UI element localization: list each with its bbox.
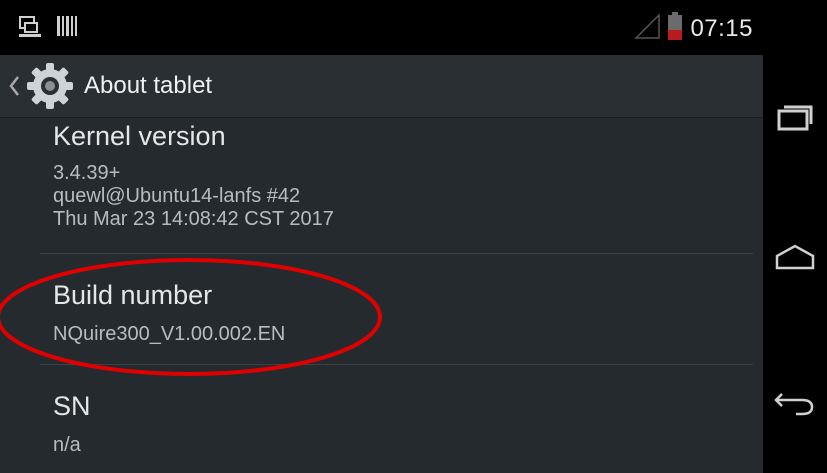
action-bar[interactable]: About tablet	[0, 55, 763, 118]
home-button[interactable]	[763, 224, 827, 294]
item-summary: 3.4.39+ quewl@Ubuntu14-lanfs #42 Thu Mar…	[53, 162, 334, 230]
system-icons: 07:15	[634, 12, 753, 45]
settings-item-sn[interactable]: SN n/a	[0, 364, 763, 473]
screenshot-icon	[18, 14, 42, 43]
settings-item-build-number[interactable]: Build number NQuire300_V1.00.002.EN	[0, 253, 763, 364]
recent-apps-button[interactable]	[763, 84, 827, 154]
navigation-bar	[763, 0, 827, 473]
home-icon[interactable]	[773, 242, 817, 277]
notification-icons	[18, 14, 78, 43]
item-title: Kernel version	[53, 121, 226, 151]
page-title: About tablet	[84, 72, 213, 99]
item-summary: n/a	[53, 434, 81, 456]
screen: 07:15 About tablet Kernel version 3.4.39…	[0, 0, 763, 473]
back-caret-icon[interactable]	[8, 71, 22, 101]
settings-list: Kernel version 3.4.39+ quewl@Ubuntu14-la…	[0, 118, 763, 473]
settings-item-kernel-version[interactable]: Kernel version 3.4.39+ quewl@Ubuntu14-la…	[0, 118, 763, 253]
barcode-icon	[56, 14, 78, 43]
signal-icon	[634, 13, 661, 44]
back-icon[interactable]	[772, 388, 818, 423]
item-title: SN	[53, 391, 91, 421]
recent-apps-icon[interactable]	[775, 102, 815, 137]
item-summary: NQuire300_V1.00.002.EN	[53, 323, 286, 345]
status-bar: 07:15	[0, 0, 763, 55]
back-button[interactable]	[763, 370, 827, 440]
item-title: Build number	[53, 280, 213, 310]
status-clock: 07:15	[690, 14, 753, 42]
settings-gear-icon[interactable]	[22, 58, 78, 114]
battery-icon	[668, 12, 683, 45]
